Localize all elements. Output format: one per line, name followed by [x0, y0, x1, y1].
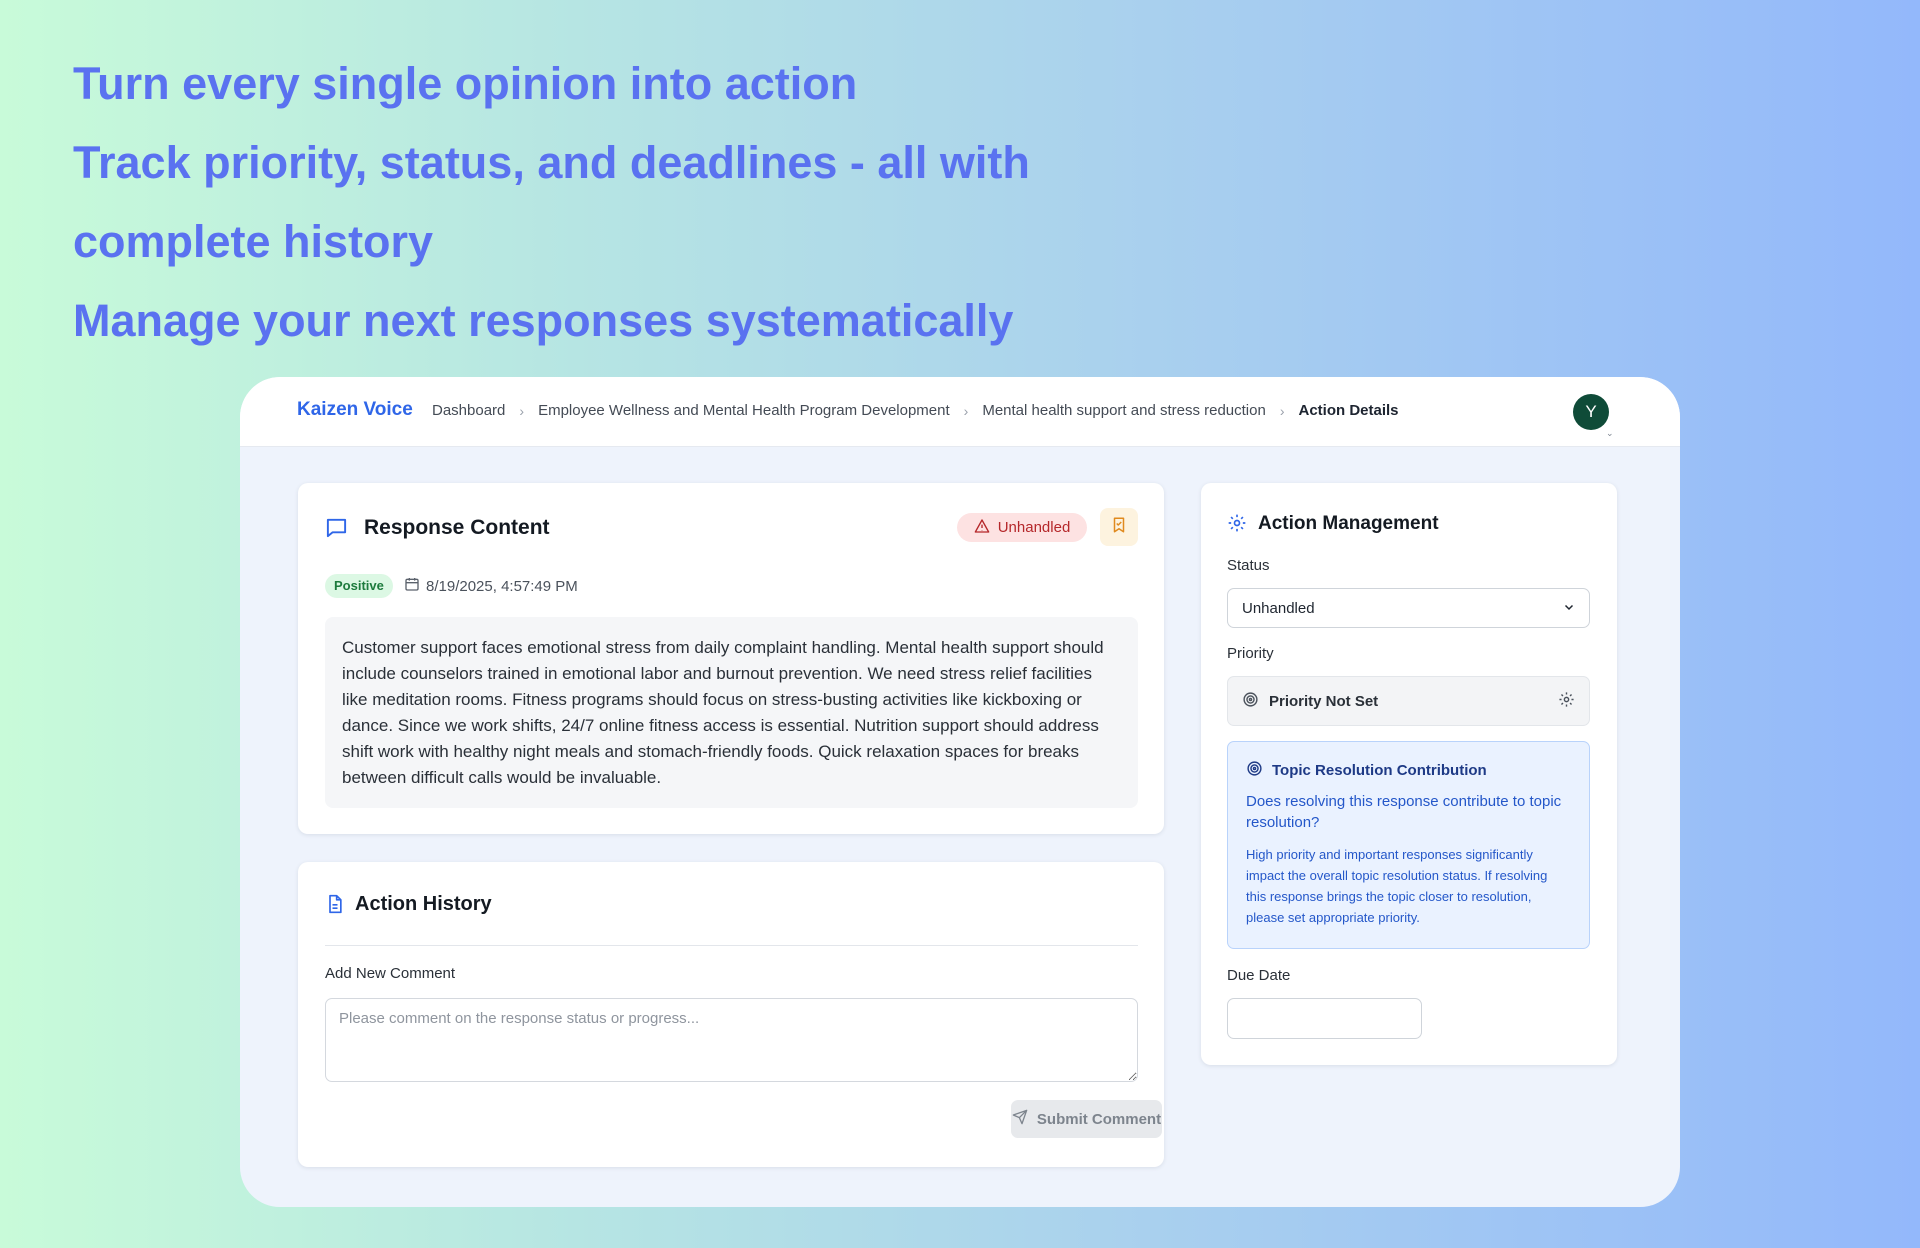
priority-value: Priority Not Set	[1269, 692, 1379, 710]
status-select-value: Unhandled	[1242, 599, 1315, 617]
breadcrumb-topic[interactable]: Mental health support and stress reducti…	[982, 402, 1266, 419]
response-content-card: Response Content Unhandled Positive 8/19…	[298, 483, 1164, 834]
chevron-down-icon[interactable]: ⌄	[1606, 428, 1614, 439]
chevron-right-icon: ›	[519, 402, 525, 419]
gear-icon	[1227, 513, 1247, 538]
headline-line-3: complete history	[73, 216, 434, 267]
info-title-row: Topic Resolution Contribution	[1246, 760, 1571, 781]
topic-resolution-info: Topic Resolution Contribution Does resol…	[1227, 741, 1590, 949]
status-select[interactable]: Unhandled	[1227, 588, 1590, 628]
top-navbar: Kaizen Voice Dashboard › Employee Wellne…	[240, 377, 1680, 447]
submit-comment-button[interactable]: Submit Comment	[1011, 1100, 1162, 1138]
divider	[325, 945, 1138, 946]
target-icon	[1246, 760, 1263, 781]
info-title: Topic Resolution Contribution	[1272, 762, 1487, 779]
info-question: Does resolving this response contribute …	[1246, 793, 1562, 831]
document-icon	[325, 893, 345, 920]
brand-logo[interactable]: Kaizen Voice	[297, 399, 413, 421]
status-badge: Unhandled	[957, 513, 1087, 542]
breadcrumb-current: Action Details	[1298, 402, 1399, 419]
sentiment-badge: Positive	[325, 574, 393, 598]
action-history-card: Action History Add New Comment Submit Co…	[298, 862, 1164, 1167]
chevron-right-icon: ›	[963, 402, 969, 419]
response-body: Customer support faces emotional stress …	[325, 617, 1138, 808]
headline-line-4: Manage your next responses systematicall…	[73, 295, 1014, 346]
target-icon	[1242, 691, 1259, 712]
settings-icon[interactable]	[1558, 691, 1575, 712]
response-content-title: Response Content	[364, 516, 550, 539]
response-date: 8/19/2025, 4:57:49 PM	[404, 576, 578, 596]
comment-textarea[interactable]	[325, 998, 1138, 1082]
comment-label: Add New Comment	[325, 965, 456, 982]
message-icon	[325, 516, 348, 544]
chevron-down-icon	[1563, 600, 1575, 617]
bookmark-icon	[1110, 516, 1128, 539]
hero-headline: Turn every single opinion into action Tr…	[73, 44, 1030, 360]
status-badge-label: Unhandled	[997, 519, 1071, 536]
action-management-title: Action Management	[1258, 513, 1439, 534]
action-management-card: Action Management Status Unhandled Prior…	[1201, 483, 1617, 1065]
bookmark-button[interactable]	[1100, 508, 1138, 546]
chevron-right-icon: ›	[1279, 402, 1285, 419]
warning-icon	[974, 518, 990, 538]
send-icon	[1012, 1109, 1028, 1129]
due-date-input[interactable]	[1227, 998, 1422, 1039]
calendar-icon	[404, 576, 420, 596]
response-timestamp: 8/19/2025, 4:57:49 PM	[426, 577, 578, 595]
breadcrumb: Dashboard › Employee Wellness and Mental…	[432, 402, 1399, 419]
avatar[interactable]: Y	[1573, 394, 1609, 430]
headline-line-2: Track priority, status, and deadlines - …	[73, 137, 1030, 188]
app-window: Kaizen Voice Dashboard › Employee Wellne…	[240, 377, 1680, 1207]
breadcrumb-project[interactable]: Employee Wellness and Mental Health Prog…	[538, 402, 950, 419]
priority-label: Priority	[1227, 645, 1274, 662]
priority-selector[interactable]: Priority Not Set	[1227, 676, 1590, 726]
due-date-label: Due Date	[1227, 967, 1291, 984]
breadcrumb-dashboard[interactable]: Dashboard	[432, 402, 505, 419]
headline-line-1: Turn every single opinion into action	[73, 58, 858, 109]
submit-comment-label: Submit Comment	[1036, 1110, 1162, 1128]
info-description: High priority and important responses si…	[1246, 847, 1548, 925]
status-label: Status	[1227, 557, 1270, 574]
action-history-title: Action History	[355, 893, 492, 915]
